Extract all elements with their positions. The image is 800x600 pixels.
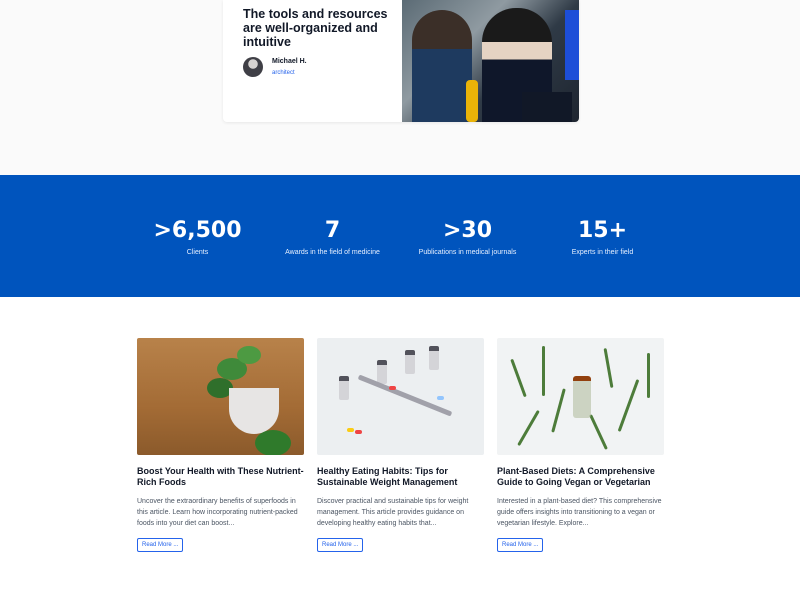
author-avatar — [243, 57, 263, 77]
articles-section: Boost Your Health with These Nutrient-Ri… — [0, 297, 800, 600]
stat-value: >30 — [442, 218, 493, 243]
article-title[interactable]: Healthy Eating Habits: Tips for Sustaina… — [317, 466, 484, 488]
article-title[interactable]: Plant-Based Diets: A Comprehensive Guide… — [497, 466, 664, 488]
article-card: Healthy Eating Habits: Tips for Sustaina… — [317, 338, 484, 552]
article-description: Uncover the extraordinary benefits of su… — [137, 498, 298, 527]
article-card: Plant-Based Diets: A Comprehensive Guide… — [497, 338, 664, 552]
stat-value: 7 — [324, 218, 341, 243]
read-more-button[interactable]: Read More ... — [137, 538, 184, 552]
article-description: Interested in a plant-based diet? This c… — [497, 498, 662, 527]
testimonial-author: Michael H. architect — [243, 57, 402, 77]
stat-label: Publications in medical journals — [418, 249, 517, 256]
article-cards: Boost Your Health with These Nutrient-Ri… — [137, 338, 664, 552]
stat-label: Clients — [186, 249, 209, 256]
testimonial-quote: The tools and resources are well-organiz… — [243, 7, 388, 49]
stat-clients: >6,500 Clients — [130, 175, 265, 297]
read-more-button[interactable]: Read More ... — [497, 538, 544, 552]
article-image-syringe[interactable] — [317, 338, 484, 455]
stat-label: Experts in their field — [571, 249, 634, 256]
stat-label: Awards in the field of medicine — [285, 249, 380, 256]
stat-value: >6,500 — [153, 218, 242, 243]
author-role: architect — [272, 70, 295, 76]
article-description: Discover practical and sustainable tips … — [317, 498, 469, 527]
testimonial-content: The tools and resources are well-organiz… — [223, 0, 402, 122]
article-image-plants[interactable] — [497, 338, 664, 455]
testimonial-card: The tools and resources are well-organiz… — [223, 0, 579, 122]
article-card: Boost Your Health with These Nutrient-Ri… — [137, 338, 304, 552]
article-image-herbs[interactable] — [137, 338, 304, 455]
stat-publications: >30 Publications in medical journals — [400, 175, 535, 297]
author-name: Michael H. — [272, 58, 307, 65]
testimonial-photo — [402, 0, 579, 122]
stat-experts: 15+ Experts in their field — [535, 175, 670, 297]
stats-band: >6,500 Clients 7 Awards in the field of … — [0, 175, 800, 297]
read-more-button[interactable]: Read More ... — [317, 538, 364, 552]
article-title[interactable]: Boost Your Health with These Nutrient-Ri… — [137, 466, 304, 488]
stat-awards: 7 Awards in the field of medicine — [265, 175, 400, 297]
stat-value: 15+ — [577, 218, 628, 243]
